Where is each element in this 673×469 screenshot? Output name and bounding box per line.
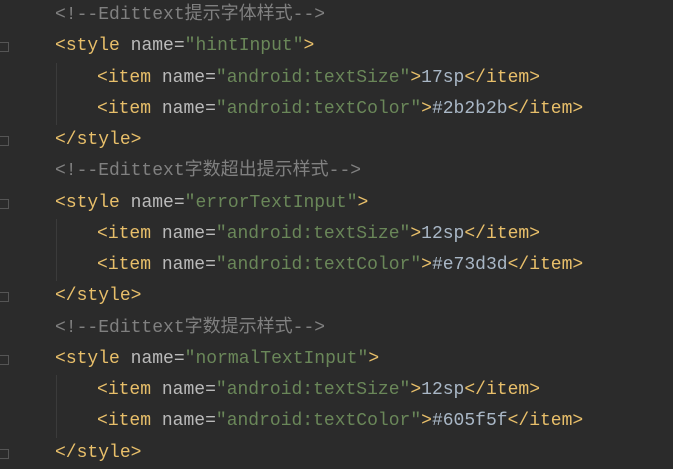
attribute-name: name	[130, 36, 174, 57]
fold-close-icon[interactable]	[0, 448, 9, 459]
comment-text: 字数提示样式	[184, 317, 293, 338]
indent-guide	[56, 375, 57, 438]
code-line-style-open[interactable]: <style name="hintInput">	[55, 31, 314, 62]
attribute-value: android:textSize	[226, 67, 400, 88]
element-text: 17sp	[421, 67, 465, 88]
tag-name: item	[485, 223, 530, 244]
attribute-value: normalTextInput	[195, 348, 358, 369]
tag-name: item	[529, 411, 573, 432]
fold-open-icon[interactable]	[0, 198, 9, 209]
code-line-item[interactable]: <item name="android:textColor">#e73d3d</…	[97, 250, 583, 281]
comment-word: Edittext	[98, 317, 185, 338]
indent-guide	[56, 218, 57, 282]
element-text: 12sp	[421, 223, 465, 244]
attribute-value: hintInput	[195, 36, 293, 57]
attribute-value: errorTextInput	[195, 192, 347, 213]
element-text: #2b2b2b	[431, 98, 508, 119]
code-line-item[interactable]: <item name="android:textSize">12sp</item…	[97, 219, 540, 250]
tag-name: item	[107, 67, 152, 88]
attribute-name: name	[161, 380, 206, 400]
fold-close-icon[interactable]	[0, 292, 9, 303]
code-line-item[interactable]: <item name="android:textSize">17sp</item…	[97, 63, 540, 94]
tag-name: item	[529, 98, 573, 119]
code-line-style-close[interactable]: </style>	[55, 438, 141, 469]
code-line-item[interactable]: <item name="android:textColor">#2b2b2b</…	[97, 94, 583, 125]
attribute-name: name	[130, 192, 174, 213]
code-line-comment[interactable]: <!--Edittext字数提示样式-->	[55, 313, 325, 344]
element-text: #605f5f	[431, 411, 508, 432]
tag-name: item	[529, 255, 573, 275]
comment-text: 提示字体样式	[184, 5, 293, 25]
comment-close: -->	[328, 161, 362, 182]
comment-text: 字数超出提示样式	[184, 161, 329, 182]
code-line-style-open[interactable]: <style name="errorTextInput">	[55, 188, 368, 219]
attribute-value: android:textSize	[226, 380, 400, 400]
tag-name: style	[65, 192, 120, 213]
tag-name: style	[65, 36, 120, 57]
comment-word: Edittext	[98, 5, 185, 25]
attribute-name: name	[161, 223, 206, 244]
code-editor[interactable]: <!--Edittext提示字体样式--> <style name="hintIn…	[0, 0, 673, 466]
tag-name: item	[107, 223, 152, 244]
attribute-name: name	[161, 255, 206, 275]
code-line-style-close[interactable]: </style>	[55, 125, 141, 156]
attribute-value: android:textSize	[226, 223, 400, 244]
fold-open-icon[interactable]	[0, 354, 9, 365]
tag-name: style	[76, 442, 131, 463]
comment-close: -->	[292, 5, 326, 25]
code-line-item[interactable]: <item name="android:textSize">12sp</item…	[97, 375, 540, 406]
comment-close: -->	[292, 317, 326, 338]
attribute-value: android:textColor	[226, 411, 411, 432]
attribute-name: name	[161, 411, 206, 432]
tag-name: item	[107, 98, 152, 119]
tag-name: item	[485, 380, 530, 400]
comment-open: <!--	[55, 161, 99, 182]
comment-word: Edittext	[98, 161, 185, 182]
element-text: #e73d3d	[431, 255, 508, 275]
code-line-item[interactable]: <item name="android:textColor">#605f5f</…	[97, 406, 583, 437]
tag-name: style	[76, 130, 131, 150]
attribute-value: android:textColor	[226, 98, 411, 119]
element-text: 12sp	[421, 380, 465, 400]
indent-guide	[56, 62, 57, 125]
attribute-value: android:textColor	[226, 255, 411, 275]
attribute-name: name	[161, 67, 206, 88]
code-line-comment[interactable]: <!--Edittext字数超出提示样式-->	[55, 156, 361, 187]
tag-name: item	[485, 67, 530, 88]
attribute-name: name	[130, 348, 174, 369]
fold-close-icon[interactable]	[0, 136, 9, 146]
code-line-comment[interactable]: <!--Edittext提示字体样式-->	[55, 0, 325, 31]
tag-name: item	[107, 411, 152, 432]
tag-name: style	[65, 348, 120, 369]
code-line-style-close[interactable]: </style>	[55, 281, 141, 312]
code-line-style-open[interactable]: <style name="normalTextInput">	[55, 344, 379, 375]
tag-name: style	[76, 286, 131, 307]
attribute-name: name	[161, 98, 206, 119]
comment-open: <!--	[55, 5, 99, 25]
tag-name: item	[107, 255, 152, 275]
tag-name: item	[107, 380, 152, 400]
comment-open: <!--	[55, 317, 99, 338]
fold-open-icon[interactable]	[0, 42, 9, 53]
